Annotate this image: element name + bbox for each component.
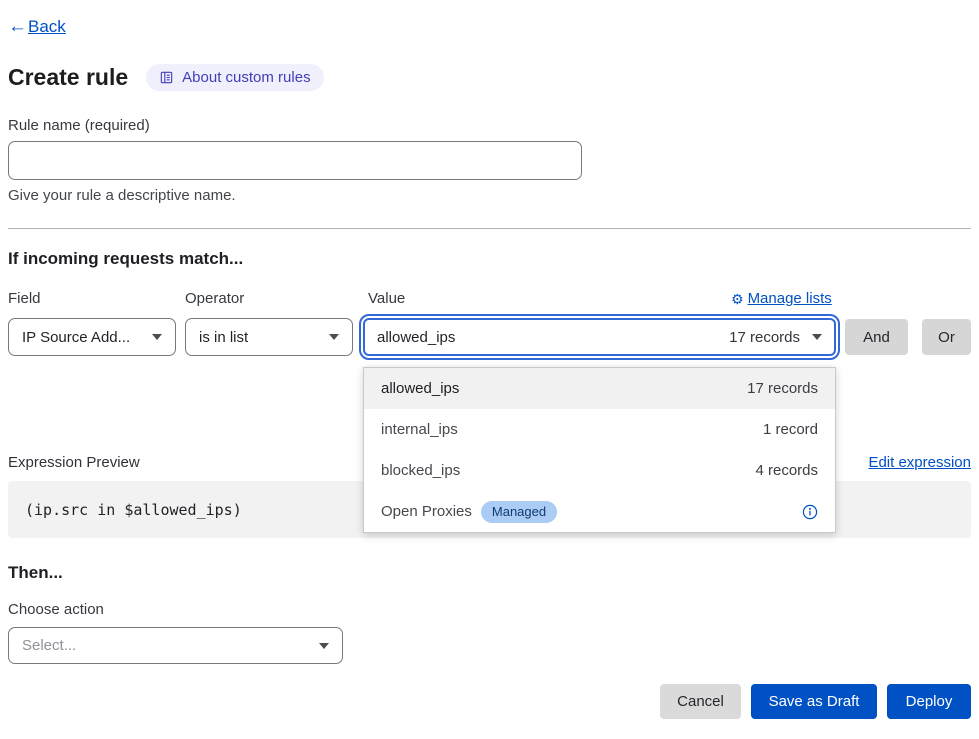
rule-name-helper-text: Give your rule a descriptive name. [8, 187, 236, 204]
value-select[interactable]: allowed_ips 17 records [363, 318, 836, 356]
list-record-count: 4 records [755, 462, 818, 479]
manage-lists-link[interactable]: ⚙ Manage lists [731, 290, 836, 307]
edit-expression-link[interactable]: Edit expression [866, 454, 971, 471]
chevron-down-icon [152, 334, 162, 340]
list-name: internal_ips [381, 421, 458, 438]
match-section-heading: If incoming requests match... [8, 249, 243, 269]
chevron-down-icon [319, 643, 329, 649]
info-circle-icon[interactable] [802, 504, 818, 520]
field-select[interactable]: IP Source Add... [8, 318, 176, 356]
back-link[interactable]: ←Back [8, 16, 66, 38]
expression-preview-label: Expression Preview [8, 454, 140, 471]
operator-select[interactable]: is in list [185, 318, 353, 356]
or-condition-button[interactable]: Or [922, 319, 971, 355]
field-column-label: Field [8, 290, 41, 307]
value-select-record-count: 17 records [729, 329, 800, 346]
value-select-selected: allowed_ips [377, 329, 455, 346]
left-arrow-icon: ← [8, 16, 27, 38]
page-title: Create rule [8, 64, 128, 91]
chevron-down-icon [812, 334, 822, 340]
list-name: Open Proxies [381, 503, 472, 520]
value-select-focus-ring: allowed_ips 17 records [359, 314, 840, 360]
dropdown-option-internal-ips[interactable]: internal_ips 1 record [364, 409, 835, 450]
save-as-draft-button[interactable]: Save as Draft [751, 684, 877, 719]
managed-badge: Managed [481, 501, 557, 523]
gear-icon: ⚙ [731, 292, 744, 306]
expression-code: (ip.src in $allowed_ips) [25, 501, 242, 519]
field-select-value: IP Source Add... [22, 329, 130, 346]
chevron-down-icon [329, 334, 339, 340]
about-custom-rules-label: About custom rules [182, 69, 310, 86]
list-name: allowed_ips [381, 380, 459, 397]
and-condition-button[interactable]: And [845, 319, 908, 355]
value-dropdown-panel: allowed_ips 17 records internal_ips 1 re… [363, 367, 836, 533]
rule-name-input[interactable] [8, 141, 582, 180]
about-custom-rules-link[interactable]: About custom rules [146, 64, 323, 91]
back-link-label: Back [28, 17, 66, 37]
book-icon [159, 70, 174, 85]
deploy-button[interactable]: Deploy [887, 684, 971, 719]
title-row: Create rule About custom rules [8, 64, 324, 91]
dropdown-option-allowed-ips[interactable]: allowed_ips 17 records [364, 368, 835, 409]
dropdown-option-open-proxies[interactable]: Open Proxies Managed [364, 491, 835, 532]
value-column-label: Value [368, 290, 405, 307]
section-divider [8, 228, 971, 229]
operator-select-value: is in list [199, 329, 248, 346]
create-rule-page: ←Back Create rule About custom rules Rul… [0, 0, 979, 739]
dropdown-option-blocked-ips[interactable]: blocked_ips 4 records [364, 450, 835, 491]
cancel-button[interactable]: Cancel [660, 684, 741, 719]
list-record-count: 1 record [763, 421, 818, 438]
rule-name-label: Rule name (required) [8, 117, 150, 134]
action-select[interactable]: Select... [8, 627, 343, 664]
list-name: blocked_ips [381, 462, 460, 479]
then-section-heading: Then... [8, 563, 63, 583]
action-select-placeholder: Select... [22, 637, 76, 654]
choose-action-label: Choose action [8, 601, 104, 618]
operator-column-label: Operator [185, 290, 244, 307]
manage-lists-label: Manage lists [748, 290, 832, 307]
list-record-count: 17 records [747, 380, 818, 397]
